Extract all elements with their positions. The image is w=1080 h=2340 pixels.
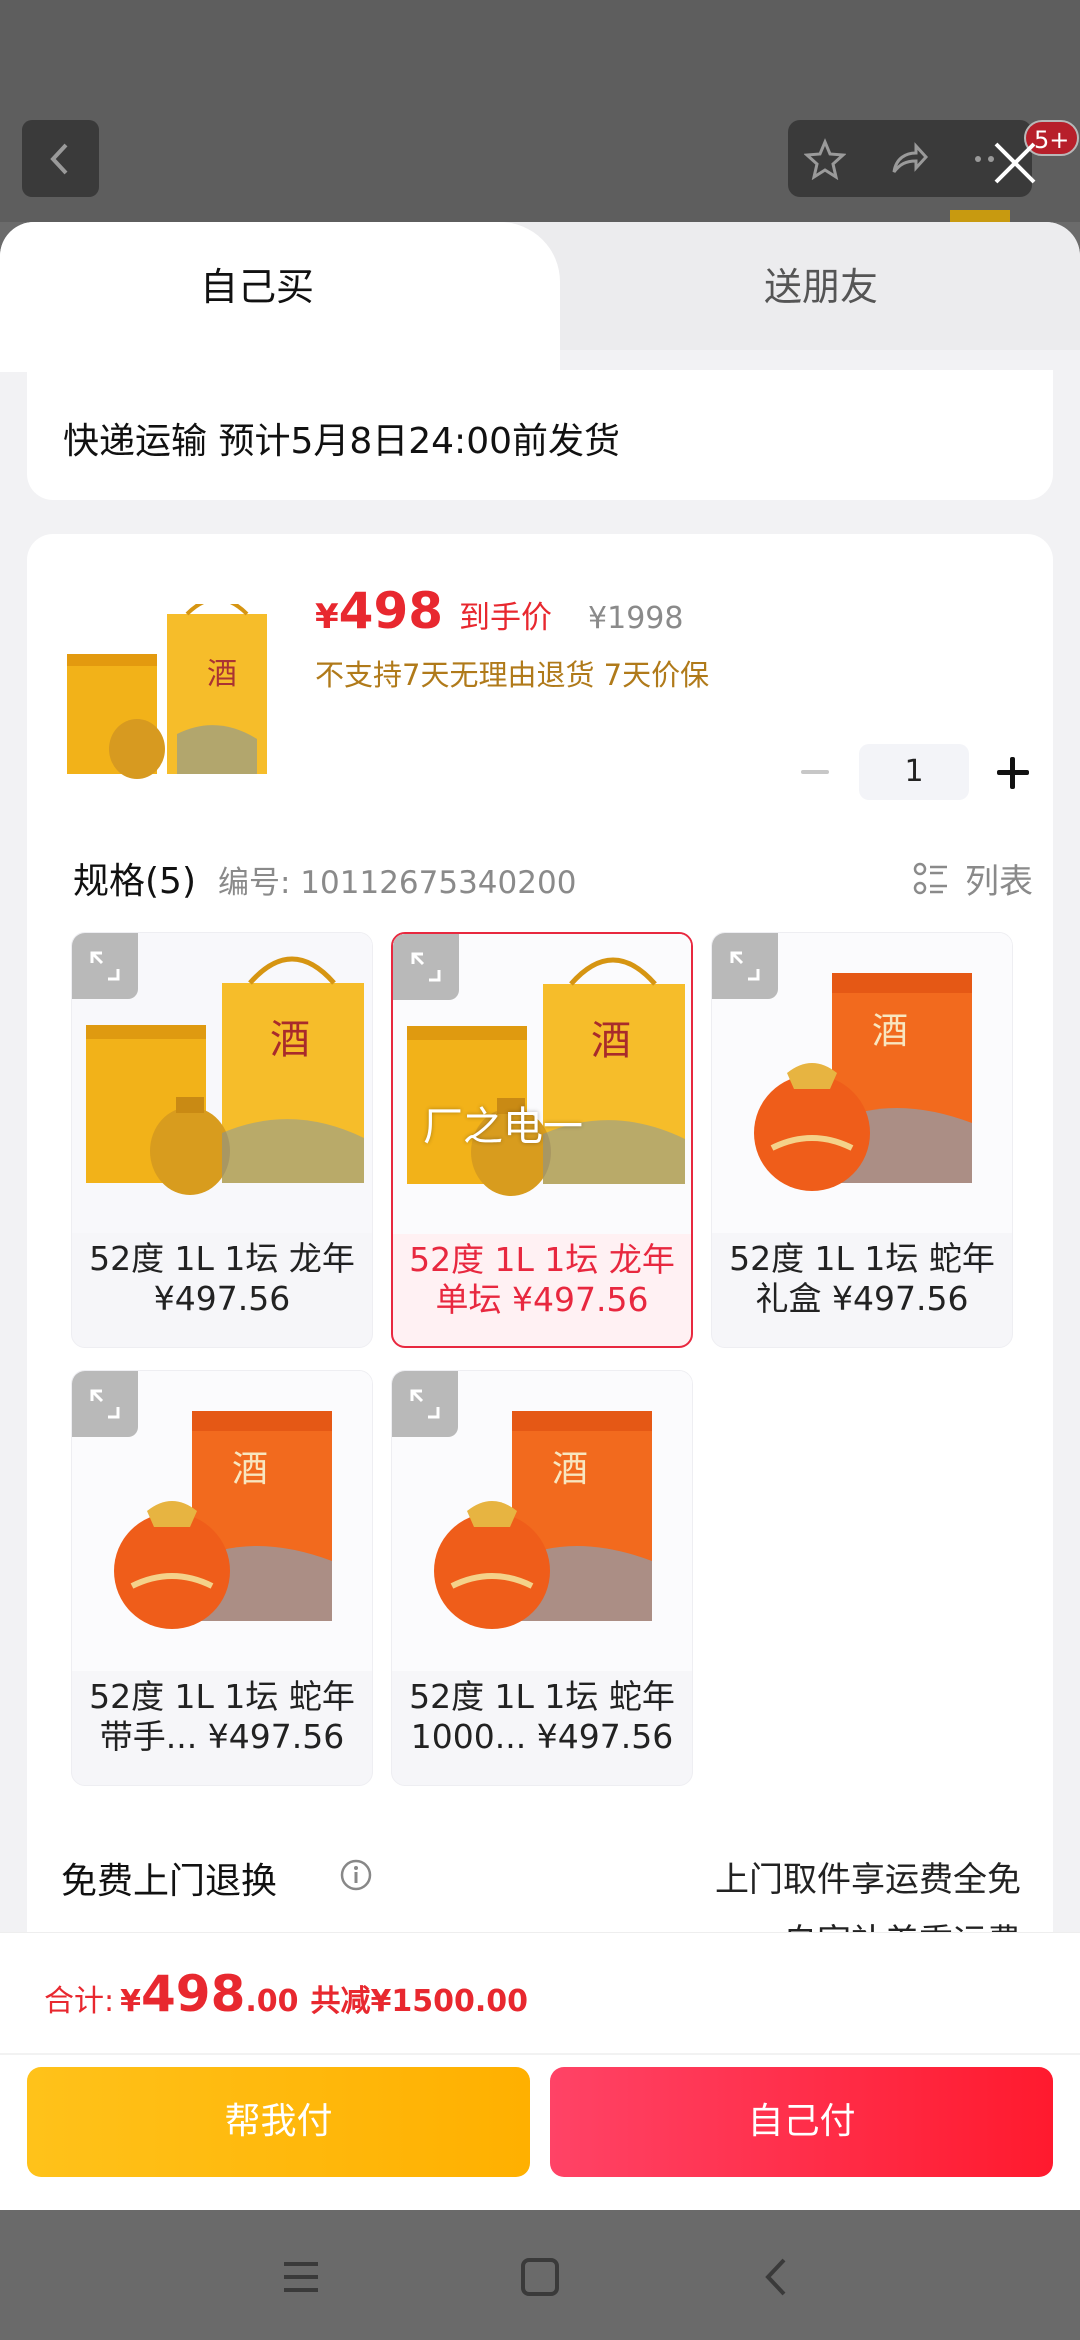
spec-title: 规格(5) <box>73 861 196 902</box>
list-label: 列表 <box>965 862 1033 902</box>
expand-icon[interactable] <box>393 934 459 1000</box>
checkout-footer: 合计: ¥ 498 .00 共减¥1500.00 帮我付 自己付 <box>0 1932 1080 2210</box>
menu-icon[interactable] <box>276 2252 326 2302</box>
help-pay-button[interactable]: 帮我付 <box>27 2067 530 2177</box>
divider <box>0 2053 1080 2055</box>
svg-text:酒: 酒 <box>552 1449 588 1490</box>
plus-icon[interactable] <box>993 752 1033 792</box>
spec-option[interactable]: 酒 52度 1L 1坛 蛇年 礼盒 ¥497.56 <box>711 932 1013 1348</box>
spec-option[interactable]: 酒 52度 1L 1坛 蛇年 带手... ¥497.56 <box>71 1370 373 1786</box>
tab-buy-self-label[interactable]: 自己买 <box>200 262 314 312</box>
total-savings: 共减¥1500.00 <box>310 1984 529 2019</box>
total-amount: 498 <box>140 1965 246 2023</box>
self-pay-button[interactable]: 自己付 <box>550 2067 1053 2177</box>
expand-icon[interactable] <box>72 933 138 999</box>
price-value: 498 <box>338 582 444 640</box>
svg-text:酒: 酒 <box>872 1011 908 1052</box>
chevron-left-icon <box>49 143 67 174</box>
background-page: 5+ <box>0 0 1080 228</box>
list-icon <box>913 862 947 894</box>
total-currency: ¥ <box>120 1984 141 2019</box>
expand-icon[interactable] <box>712 933 778 999</box>
purchase-sheet: 自己买 送朋友 快递运输 预计5月8日24:00前发货 酒 ¥ 498 到手价 … <box>0 222 1080 2210</box>
spec-code: 编号: 10112675340200 <box>218 865 577 901</box>
star-icon[interactable] <box>804 138 846 180</box>
spec-option-label: 52度 1L 1坛 龙年 ¥497.56 <box>89 1239 355 1318</box>
svg-text:酒: 酒 <box>207 657 237 692</box>
total-price: 合计: ¥ 498 .00 共减¥1500.00 <box>44 1965 528 2023</box>
spec-option-label: 52度 1L 1坛 蛇年 带手... ¥497.56 <box>89 1677 355 1756</box>
spec-option-selected[interactable]: 酒 厂之电一 52度 1L 1坛 龙年 单坛 ¥497.56 <box>391 932 693 1348</box>
svg-text:酒: 酒 <box>270 1017 310 1063</box>
watermark-text: 厂之电一 <box>423 1104 583 1150</box>
close-icon[interactable] <box>990 138 1040 188</box>
quantity-stepper: 1 <box>797 744 1033 800</box>
spec-option[interactable]: 酒 52度 1L 1坛 蛇年 1000... ¥497.56 <box>391 1370 693 1786</box>
price-currency: ¥ <box>315 597 339 637</box>
info-icon[interactable] <box>339 1858 373 1892</box>
system-nav-bar <box>0 2210 1080 2340</box>
return-service-title: 免费上门退换 <box>61 1861 278 1902</box>
total-cents: .00 <box>245 1984 299 2019</box>
spec-option-label: 52度 1L 1坛 龙年 单坛 ¥497.56 <box>409 1240 675 1319</box>
quantity-field[interactable]: 1 <box>859 744 969 800</box>
original-price: ¥1998 <box>588 601 684 636</box>
expand-icon[interactable] <box>72 1371 138 1437</box>
shipping-card: 快递运输 预计5月8日24:00前发货 <box>27 370 1053 500</box>
back-button[interactable] <box>22 120 99 197</box>
tab-gift-friend-label[interactable]: 送朋友 <box>764 262 878 312</box>
expand-icon[interactable] <box>392 1371 458 1437</box>
share-icon[interactable] <box>888 138 930 180</box>
total-label: 合计: <box>44 1984 115 2019</box>
home-icon[interactable] <box>515 2252 565 2302</box>
price-tag: 到手价 <box>459 600 553 636</box>
shipping-text: 快递运输 预计5月8日24:00前发货 <box>63 421 620 462</box>
return-service-desc: 上门取件享运费全免 <box>715 1860 1021 1900</box>
minus-icon[interactable] <box>797 752 837 792</box>
spec-option-label: 52度 1L 1坛 蛇年 礼盒 ¥497.56 <box>729 1239 995 1318</box>
spec-option[interactable]: 酒 52度 1L 1坛 龙年 ¥497.56 <box>71 932 373 1348</box>
purchase-tabs: 自己买 送朋友 <box>0 222 1080 372</box>
list-view-toggle[interactable]: 列表 <box>913 854 1033 903</box>
price-row: ¥ 498 到手价 ¥1998 <box>315 582 683 640</box>
product-image: 酒 <box>67 604 267 779</box>
svg-text:酒: 酒 <box>232 1449 268 1490</box>
spec-header: 规格(5) 编号: 10112675340200 列表 <box>73 852 1033 904</box>
back-icon[interactable] <box>752 2252 802 2302</box>
svg-text:酒: 酒 <box>591 1018 631 1064</box>
return-policy: 不支持7天无理由退货 7天价保 <box>315 658 710 692</box>
spec-option-label: 52度 1L 1坛 蛇年 1000... ¥497.56 <box>409 1677 675 1756</box>
